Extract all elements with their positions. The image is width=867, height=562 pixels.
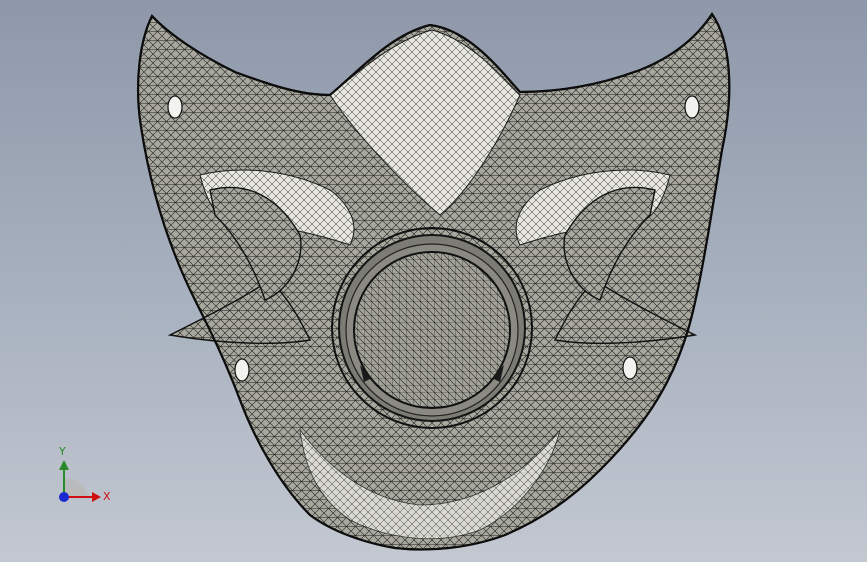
mask-respirator-filter[interactable] <box>331 227 533 429</box>
x-axis-arrowhead <box>92 492 101 502</box>
mask-strap-hole-bottom-left <box>234 358 250 382</box>
mask-strap-hole-top-left <box>167 95 183 119</box>
y-axis-label: Y <box>58 445 66 458</box>
reference-triad: X Y <box>58 445 111 503</box>
x-axis-label: X <box>103 490 111 503</box>
z-axis-dot <box>59 492 69 502</box>
mask-strap-hole-top-right <box>684 95 700 119</box>
graphics-viewport[interactable]: X Y <box>0 0 867 562</box>
mask-strap-hole-bottom-right <box>622 356 638 380</box>
y-axis-arrowhead <box>59 460 69 470</box>
mask-model[interactable] <box>136 12 731 551</box>
